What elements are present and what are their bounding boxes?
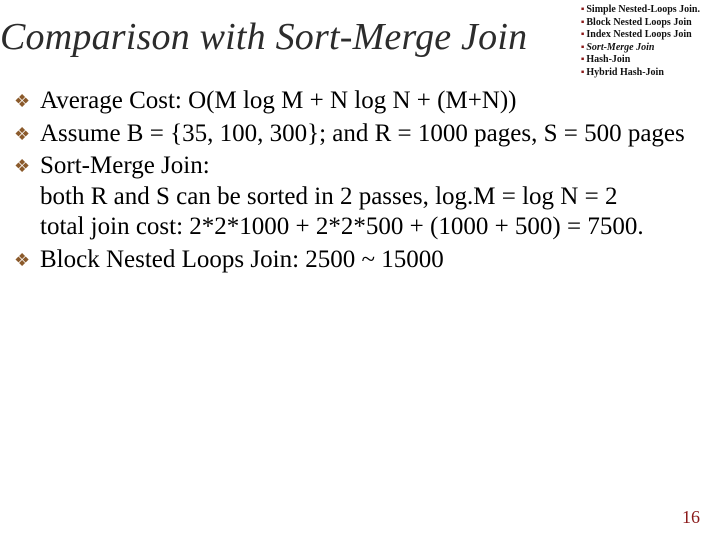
bullet-item: ❖ Sort-Merge Join:both R and S can be so… <box>12 151 702 243</box>
toc-label-current: Sort-Merge Join <box>586 42 654 53</box>
diamond-bullet-icon: ❖ <box>12 86 40 117</box>
slide-body: ❖ Average Cost: O(M log M + N log N + (M… <box>12 86 702 277</box>
square-bullet-icon: ▪ <box>581 17 585 30</box>
slide-title: Comparison with Sort-Merge Join <box>0 15 527 59</box>
bullet-item: ❖ Block Nested Loops Join: 2500 ~ 15000 <box>12 245 702 276</box>
toc-item: ▪Sort-Merge Join <box>581 42 700 55</box>
toc-label: Block Nested Loops Join <box>586 17 691 28</box>
toc-label: Hash-Join <box>586 54 630 65</box>
slide: ▪Simple Nested-Loops Join. ▪Block Nested… <box>0 0 720 540</box>
bullet-text: Block Nested Loops Join: 2500 ~ 15000 <box>40 245 702 276</box>
square-bullet-icon: ▪ <box>581 29 585 42</box>
toc-label: Simple Nested-Loops Join. <box>586 4 700 15</box>
diamond-bullet-icon: ❖ <box>12 245 40 276</box>
toc-label: Index Nested Loops Join <box>586 29 691 40</box>
toc-item: ▪Block Nested Loops Join <box>581 17 700 30</box>
toc-list: ▪Simple Nested-Loops Join. ▪Block Nested… <box>581 4 700 79</box>
toc-item: ▪Hybrid Hash-Join <box>581 67 700 80</box>
bullet-text: Assume B = {35, 100, 300}; and R = 1000 … <box>40 119 702 150</box>
bullet-text: Average Cost: O(M log M + N log N + (M+N… <box>40 86 702 117</box>
square-bullet-icon: ▪ <box>581 54 585 67</box>
toc-item: ▪Index Nested Loops Join <box>581 29 700 42</box>
square-bullet-icon: ▪ <box>581 67 585 80</box>
bullet-item: ❖ Average Cost: O(M log M + N log N + (M… <box>12 86 702 117</box>
bullet-text: Sort-Merge Join:both R and S can be sort… <box>40 151 702 243</box>
bullet-item: ❖ Assume B = {35, 100, 300}; and R = 100… <box>12 119 702 150</box>
square-bullet-icon: ▪ <box>581 4 585 17</box>
diamond-bullet-icon: ❖ <box>12 151 40 243</box>
page-number: 16 <box>682 507 700 528</box>
square-bullet-icon: ▪ <box>581 42 585 55</box>
toc-item: ▪Simple Nested-Loops Join. <box>581 4 700 17</box>
diamond-bullet-icon: ❖ <box>12 119 40 150</box>
toc-label: Hybrid Hash-Join <box>586 67 664 78</box>
toc-item: ▪Hash-Join <box>581 54 700 67</box>
